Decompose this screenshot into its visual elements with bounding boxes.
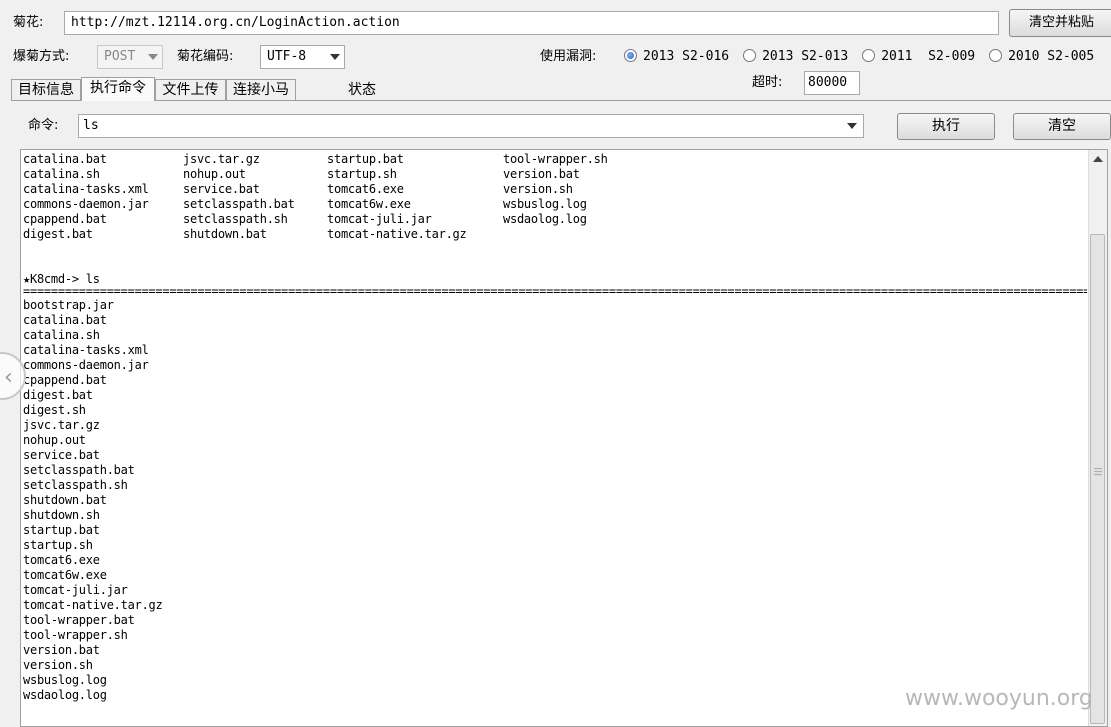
output-grid-cell: catalina.sh — [23, 167, 100, 181]
chevron-down-icon — [330, 54, 340, 60]
output-file-line: nohup.out — [23, 433, 86, 447]
output-file-line: catalina.bat — [23, 313, 107, 327]
output-file-line: version.sh — [23, 658, 93, 672]
clear-button[interactable]: 清空 — [1013, 113, 1111, 140]
radio-empty-icon — [989, 49, 1003, 62]
status-label: 状态 — [348, 82, 376, 98]
radio-empty-icon — [862, 49, 876, 62]
scrollbar-thumb[interactable]: ― ― ― — [1090, 234, 1105, 724]
tab-target-info[interactable]: 目标信息 — [11, 79, 81, 101]
output-separator: ========================================… — [23, 287, 1087, 296]
output-file-line: tomcat-native.tar.gz — [23, 598, 163, 612]
vuln-label: 使用漏洞: — [540, 49, 597, 64]
output-file-line: bootstrap.jar — [23, 298, 114, 312]
radio-selected-icon — [624, 49, 637, 62]
output-file-line: catalina.sh — [23, 328, 100, 342]
output-file-line: setclasspath.bat — [23, 463, 135, 477]
output-grid-cell: catalina-tasks.xml — [23, 182, 149, 196]
output-grid-cell: startup.sh — [327, 167, 397, 181]
command-label: 命令: — [28, 118, 59, 133]
output-file-line: commons-daemon.jar — [23, 358, 149, 372]
output-file-line: tool-wrapper.sh — [23, 628, 128, 642]
chevron-down-icon — [148, 54, 158, 60]
output-text: catalina.bat jsvc.tar.gz startup.bat tool-w… — [23, 152, 1087, 726]
tab-file-upload[interactable]: 文件上传 — [155, 79, 226, 101]
encoding-label: 菊花编码: — [177, 49, 234, 64]
output-grid-cell: tomcat6w.exe — [327, 197, 411, 211]
method-label: 爆菊方式: — [13, 49, 70, 64]
method-select[interactable]: POST — [97, 45, 163, 69]
method-value: POST — [104, 49, 136, 64]
command-value: ls — [83, 118, 99, 133]
chevron-down-icon — [847, 123, 857, 129]
output-panel[interactable]: catalina.bat jsvc.tar.gz startup.bat tool-w… — [20, 149, 1108, 727]
output-file-columns: catalina.bat jsvc.tar.gz startup.bat tool-w… — [23, 152, 1087, 242]
command-input[interactable]: ls — [78, 114, 864, 138]
timeout-label: 超时: — [752, 75, 783, 90]
watermark: www.wooyun.org — [905, 686, 1093, 711]
output-grid-cell: service.bat — [183, 182, 260, 196]
output-file-line: startup.bat — [23, 523, 100, 537]
output-scrollbar[interactable]: ― ― ― — [1088, 150, 1107, 726]
output-grid-cell — [503, 227, 663, 242]
output-file-line: setclasspath.sh — [23, 478, 128, 492]
output-file-list: bootstrap.jar catalina.bat catalina.sh cata… — [23, 298, 1087, 703]
url-input[interactable]: http://mzt.12114.org.cn/LoginAction.acti… — [64, 11, 999, 35]
output-file-line: startup.sh — [23, 538, 93, 552]
output-grid-cell: wsbuslog.log — [503, 197, 587, 211]
output-grid-cell: setclasspath.sh — [183, 212, 288, 226]
output-file-line: tomcat6.exe — [23, 553, 100, 567]
tab-connect-shell[interactable]: 连接小马 — [226, 79, 296, 101]
output-file-line: tomcat-juli.jar — [23, 583, 128, 597]
encoding-select[interactable]: UTF-8 — [260, 45, 345, 69]
output-grid-cell: version.sh — [503, 182, 573, 196]
grip-icon: ― ― ― — [1094, 464, 1102, 479]
tab-panel-border — [11, 100, 1111, 101]
execute-button[interactable]: 执行 — [897, 113, 995, 140]
radio-empty-icon — [743, 49, 757, 62]
tab-execute-command[interactable]: 执行命令 — [81, 77, 155, 101]
output-grid-cell: digest.bat — [23, 227, 93, 241]
output-grid-cell: setclasspath.bat — [183, 197, 295, 211]
output-file-line: jsvc.tar.gz — [23, 418, 100, 432]
vuln-radio-label: 2013 S2-016 — [643, 49, 730, 64]
output-file-line: shutdown.sh — [23, 508, 100, 522]
vuln-radio-label: 2013 S2-013 — [762, 49, 849, 64]
vuln-radio-s2-005[interactable]: 2010 S2-005 — [989, 47, 1094, 67]
output-grid-cell: startup.bat — [327, 152, 404, 166]
output-grid-cell: wsdaolog.log — [503, 212, 587, 226]
output-file-line: cpappend.bat — [23, 373, 107, 387]
output-grid-cell: catalina.bat — [23, 152, 107, 166]
vuln-radio-s2-013[interactable]: 2013 S2-013 — [743, 47, 848, 67]
output-grid-cell: tool-wrapper.sh — [503, 152, 608, 166]
vuln-radio-label: 2010 S2-005 — [1008, 49, 1095, 64]
command-prompt-line: ★K8cmd-> ls — [23, 272, 100, 286]
output-grid-cell: tomcat-native.tar.gz — [327, 227, 467, 241]
output-grid-cell: shutdown.bat — [183, 227, 267, 241]
output-grid-cell: commons-daemon.jar — [23, 197, 149, 211]
vuln-radio-s2-016[interactable]: 2013 S2-016 — [624, 47, 729, 67]
output-file-line: catalina-tasks.xml — [23, 343, 149, 357]
output-grid-cell: cpappend.bat — [23, 212, 107, 226]
clear-paste-button[interactable]: 清空并粘贴 — [1009, 9, 1111, 37]
output-grid-cell: tomcat6.exe — [327, 182, 404, 196]
encoding-value: UTF-8 — [267, 49, 307, 64]
output-file-line: tomcat6w.exe — [23, 568, 107, 582]
output-file-line: service.bat — [23, 448, 100, 462]
output-file-line: digest.bat — [23, 388, 93, 402]
output-grid-cell: jsvc.tar.gz — [183, 152, 260, 166]
output-grid-cell: version.bat — [503, 167, 580, 181]
output-file-line: digest.sh — [23, 403, 86, 417]
output-file-line: tool-wrapper.bat — [23, 613, 135, 627]
vuln-radio-s2-009[interactable]: 2011 S2-009 — [862, 47, 975, 67]
scroll-up-arrow-icon[interactable] — [1093, 156, 1103, 162]
url-label: 菊花: — [13, 15, 44, 30]
output-file-line: shutdown.bat — [23, 493, 107, 507]
output-grid-cell: tomcat-juli.jar — [327, 212, 432, 226]
timeout-input[interactable]: 80000 — [804, 71, 860, 95]
vuln-radio-group: 2013 S2-016 2013 S2-013 2011 S2-009 2010 S2… — [624, 47, 1108, 67]
vuln-radio-label: 2011 S2-009 — [881, 49, 976, 64]
output-grid-cell: nohup.out — [183, 167, 246, 181]
output-file-line: version.bat — [23, 643, 100, 657]
